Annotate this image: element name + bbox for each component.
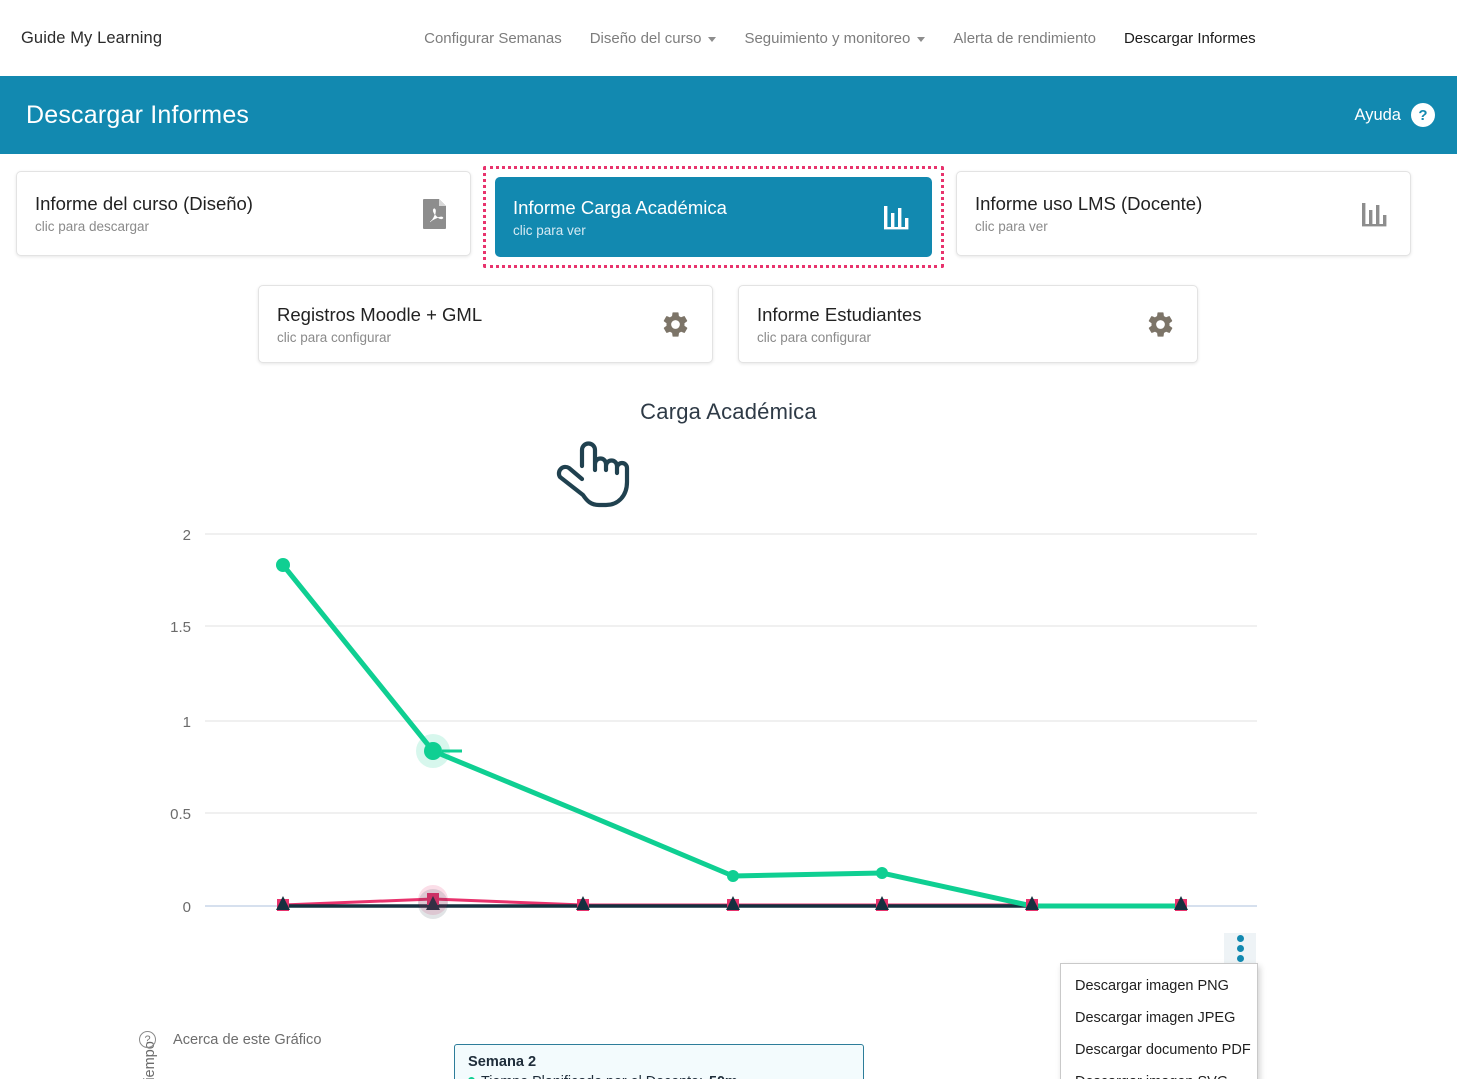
kebab-menu-icon-dot <box>1236 944 1244 952</box>
pdf-file-icon <box>423 198 446 229</box>
card-title: Informe Estudiantes <box>757 303 922 325</box>
y-tick-label: 1 <box>183 714 191 731</box>
series-markers-tiempo-planificado-docente <box>276 558 888 882</box>
help-label: Ayuda <box>1354 105 1402 124</box>
tooltip-row-label: Tiempo Planificado por el Docente: <box>481 1073 703 1079</box>
card-subtitle: clic para descargar <box>35 219 150 234</box>
report-card-informe-estudiantes[interactable]: Informe Estudiantes clic para configurar <box>738 285 1198 363</box>
x-tick-label: Semana 7 <box>1148 919 1214 921</box>
nav-item-label: Seguimiento y monitoreo <box>744 29 911 47</box>
report-card-registros-moodle-gml[interactable]: Registros Moodle + GML clic para configu… <box>258 285 713 363</box>
x-tick-label: Semana 6 <box>999 919 1065 921</box>
card-subtitle: clic para configurar <box>757 329 872 345</box>
y-tick-label: 0 <box>183 899 191 916</box>
x-tick-label: Semana 4 <box>700 919 766 921</box>
nav-item-diseno-del-curso[interactable]: Diseño del curso <box>576 30 731 47</box>
question-circle-icon: ? <box>139 1031 156 1048</box>
gear-icon <box>1148 311 1173 337</box>
top-navigation-bar: Guide My Learning Configurar Semanas Dis… <box>0 0 1457 76</box>
x-tick-label: Semana 3 <box>550 919 616 921</box>
export-item-jpeg[interactable]: Descargar imagen JPEG <box>1061 1002 1257 1034</box>
card-title: Registros Moodle + GML <box>277 303 483 325</box>
card-text-group: Informe Carga Académica clic para ver <box>513 197 727 238</box>
card-subtitle: clic para ver <box>975 219 1048 234</box>
chart-title: Carga Académica <box>640 399 817 424</box>
bar-chart-icon <box>884 206 909 230</box>
card-title: Informe del curso (Diseño) <box>35 193 253 214</box>
card-text-group: Informe uso LMS (Docente) clic para ver <box>975 193 1202 234</box>
tooltip-row: Tiempo Planificado por el Docente: 50m <box>468 1073 851 1079</box>
tooltip-row-value: 50m <box>709 1073 738 1079</box>
y-tick-label: 0.5 <box>170 806 191 823</box>
card-text-group: Informe del curso (Diseño) clic para des… <box>35 193 253 234</box>
export-item-pdf[interactable]: Descargar documento PDF <box>1061 1034 1257 1066</box>
gear-icon <box>663 311 688 337</box>
nav-item-label: Diseño del curso <box>589 29 702 47</box>
x-tick-label: Semana 2 <box>400 919 466 921</box>
report-card-informe-carga-academica[interactable]: Informe Carga Académica clic para ver <box>495 177 932 257</box>
chevron-down-icon <box>917 36 926 42</box>
help-button[interactable]: Ayuda ? <box>1354 103 1435 127</box>
brand-logo-text[interactable]: Guide My Learning <box>21 29 162 48</box>
bar-chart-icon <box>1362 202 1387 226</box>
kebab-menu-icon-dot <box>1236 954 1244 962</box>
tooltip-title: Semana 2 <box>468 1054 537 1070</box>
export-item-svg[interactable]: Descargar imagen SVG <box>1061 1066 1257 1079</box>
chevron-down-icon <box>708 36 717 42</box>
x-tick-label: Semana 1 <box>250 919 316 921</box>
export-item-png[interactable]: Descargar imagen PNG <box>1061 970 1257 1002</box>
page-title: Descargar Informes <box>26 100 250 129</box>
academic-load-chart: Carga Académica 2 1.5 1 0.5 0 Semana 1 S… <box>0 399 1457 1079</box>
about-chart-label: Acerca de este Gráfico <box>173 1031 322 1048</box>
series-line-tiempo-planificado-docente <box>281 563 1181 909</box>
card-subtitle: clic para ver <box>513 222 586 238</box>
card-title: Informe Carga Académica <box>513 196 727 218</box>
reports-card-row-primary: Informe del curso (Diseño) clic para des… <box>0 166 1457 268</box>
y-tick-label: 2 <box>183 527 191 544</box>
y-tick-label: 1.5 <box>170 619 191 636</box>
about-chart-link[interactable]: ? Acerca de este Gráfico <box>139 1031 321 1048</box>
report-card-informe-del-curso[interactable]: Informe del curso (Diseño) clic para des… <box>16 171 471 256</box>
reports-cards-area: Informe del curso (Diseño) clic para des… <box>0 154 1457 508</box>
kebab-menu-icon-dot <box>1236 934 1244 942</box>
nav-item-seguimiento-y-monitoreo[interactable]: Seguimiento y monitoreo <box>730 30 939 47</box>
card-text-group: Informe Estudiantes clic para configurar <box>757 304 922 345</box>
chart-tooltip: Semana 2 Tiempo Planificado por el Docen… <box>454 1044 864 1079</box>
card-text-group: Registros Moodle + GML clic para configu… <box>277 304 482 345</box>
report-card-informe-uso-lms[interactable]: Informe uso LMS (Docente) clic para ver <box>956 171 1411 256</box>
nav-links: Configurar Semanas Diseño del curso Segu… <box>410 30 1270 47</box>
question-mark-icon: ? <box>1411 103 1435 127</box>
hover-halo-navy <box>418 889 448 919</box>
nav-item-descargar-informes[interactable]: Descargar Informes <box>1110 30 1270 47</box>
chart-export-dropdown: Descargar imagen PNG Descargar imagen JP… <box>1060 963 1258 1079</box>
nav-item-label: Configurar Semanas <box>424 29 562 47</box>
reports-card-row-secondary: Registros Moodle + GML clic para configu… <box>0 285 1457 363</box>
page-header-bar: Descargar Informes Ayuda ? <box>0 76 1457 154</box>
nav-item-configurar-semanas[interactable]: Configurar Semanas <box>410 30 576 47</box>
x-tick-label: Semana 5 <box>849 919 915 921</box>
chart-plot-area: 2 1.5 1 0.5 0 Semana 1 Semana 2 Semana 3… <box>170 527 1257 921</box>
chart-export-menu-button[interactable] <box>1224 933 1256 963</box>
selected-card-highlight-outline: Informe Carga Académica clic para ver <box>483 166 944 268</box>
nav-item-alerta-de-rendimiento[interactable]: Alerta de rendimiento <box>939 30 1110 47</box>
nav-item-label: Descargar Informes <box>1123 29 1256 47</box>
card-subtitle: clic para configurar <box>277 329 392 345</box>
card-title: Informe uso LMS (Docente) <box>975 193 1203 214</box>
nav-item-label: Alerta de rendimiento <box>953 29 1096 47</box>
